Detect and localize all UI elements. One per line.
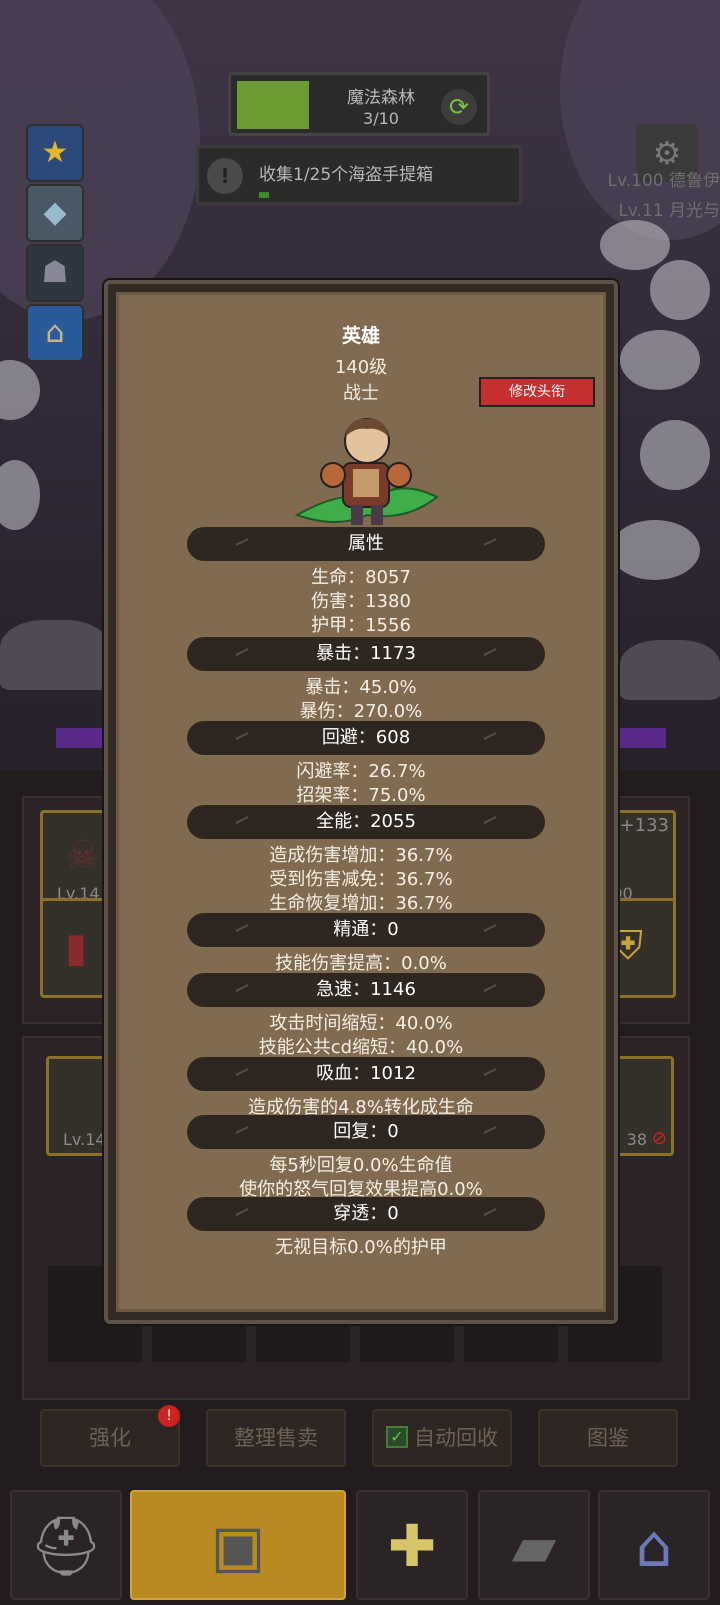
sort-sell-label: 整理售卖: [234, 1426, 318, 1450]
stat-vers-reduction: 受到伤害减免：36.7%: [269, 869, 453, 890]
codex-button[interactable]: 图鉴: [538, 1409, 678, 1467]
sort-sell-button[interactable]: 整理售卖: [206, 1409, 346, 1467]
stat-header-dodge: 回避：608: [187, 721, 545, 755]
stat-header-haste: 急速：1146: [187, 973, 545, 1007]
helmet-icon: ☠: [65, 833, 101, 879]
helmet-icon: ⛑: [29, 1512, 103, 1580]
codex-label: 图鉴: [587, 1426, 629, 1450]
star-icon[interactable]: ★: [26, 124, 84, 182]
house-icon: ⌂: [635, 1512, 673, 1580]
gem-icon[interactable]: ◆: [26, 184, 84, 242]
stat-haste-attack: 攻击时间缩短：40.0%: [269, 1013, 453, 1034]
hp-bar-left: [56, 728, 106, 748]
tab-forge[interactable]: ▰: [478, 1490, 590, 1600]
armor-icon: ▣: [210, 1512, 266, 1580]
stat-dodge-rate: 闪避率：26.7%: [296, 761, 426, 782]
quest-text: 收集1/25个海盗手提箱: [259, 165, 434, 185]
stage-panel[interactable]: 魔法森林 3/10 ⟳: [228, 72, 490, 136]
ban-icon: ⊘: [651, 1128, 667, 1149]
stage-name: 魔法森林: [347, 88, 415, 108]
quest-bar[interactable]: ! 收集1/25个海盗手提箱: [196, 145, 522, 205]
stat-damage: 伤害：1380: [311, 591, 411, 612]
strengthen-label: 强化: [89, 1426, 131, 1450]
panel-title: 英雄: [341, 325, 380, 347]
cross-icon: ✚: [387, 1512, 437, 1580]
stat-header-leech: 吸血：1012: [187, 1057, 545, 1091]
item-level: 38: [626, 1130, 647, 1149]
quest-progress-bar: [259, 192, 269, 198]
enemy-info-1: Lv.100 德鲁伊: [607, 171, 720, 191]
checkbox-icon[interactable]: ✓: [386, 1426, 408, 1448]
stage-thumbnail: [237, 81, 309, 129]
equip-plus: +133: [619, 815, 669, 836]
stat-armor: 护甲：1556: [311, 615, 411, 636]
stat-header-versatility: 全能：2055: [187, 805, 545, 839]
stat-vers-heal: 生命恢复增加：36.7%: [269, 893, 453, 914]
tab-town[interactable]: ⌂: [598, 1490, 710, 1600]
panel-content: 英雄 140级 战士 修改头衔 属性 生命：8057 伤害：1380 护甲：15…: [116, 292, 606, 1312]
tab-relic[interactable]: ✚: [356, 1490, 468, 1600]
stage-progress: 3/10: [363, 109, 399, 128]
enemy-info-2: Lv.11 月光与: [618, 201, 720, 221]
stat-penetration-desc: 无视目标0.0%的护甲: [275, 1237, 447, 1258]
tab-hero[interactable]: ⛑: [10, 1490, 122, 1600]
hero-level: 140级: [334, 357, 388, 378]
stat-mastery-skill: 技能伤害提高：0.0%: [275, 953, 447, 974]
stat-parry-rate: 招架率：75.0%: [296, 785, 426, 806]
stat-hp: 生命：8057: [311, 567, 411, 588]
hero-stats-panel: 英雄 140级 战士 修改头衔 属性 生命：8057 伤害：1380 护甲：15…: [104, 280, 618, 1324]
stat-vers-damage: 造成伤害增加：36.7%: [269, 845, 453, 866]
stat-haste-cd: 技能公共cd缩短：40.0%: [258, 1037, 464, 1058]
strengthen-button[interactable]: 强化 !: [40, 1405, 180, 1467]
tab-equipment[interactable]: ▣: [130, 1490, 346, 1600]
auto-recycle-label: 自动回收: [414, 1426, 498, 1450]
hp-bar-right: [616, 728, 666, 748]
stat-crit-rate: 暴击：45.0%: [305, 677, 417, 698]
helmet-icon[interactable]: ☗: [26, 244, 84, 302]
book-icon: ▮: [65, 925, 88, 971]
stat-header-attributes: 属性: [187, 527, 545, 561]
anvil-icon: ▰: [511, 1512, 557, 1580]
stat-header-regen: 回复：0: [187, 1115, 545, 1149]
rename-title-button[interactable]: 修改头衔: [479, 377, 595, 407]
stat-header-mastery: 精通：0: [187, 913, 545, 947]
auto-recycle-toggle[interactable]: ✓ 自动回收: [372, 1409, 512, 1467]
hero-avatar: [294, 418, 439, 525]
stat-crit-damage: 暴伤：270.0%: [299, 701, 423, 722]
stat-header-penetration: 穿透：0: [187, 1197, 545, 1231]
notification-badge: !: [158, 1405, 180, 1427]
house-icon[interactable]: ⌂: [26, 304, 84, 362]
refresh-icon[interactable]: ⟳: [441, 89, 477, 125]
stat-regen-hp: 每5秒回复0.0%生命值: [269, 1155, 453, 1176]
alert-icon: !: [207, 158, 243, 194]
stat-header-crit: 暴击：1173: [187, 637, 545, 671]
